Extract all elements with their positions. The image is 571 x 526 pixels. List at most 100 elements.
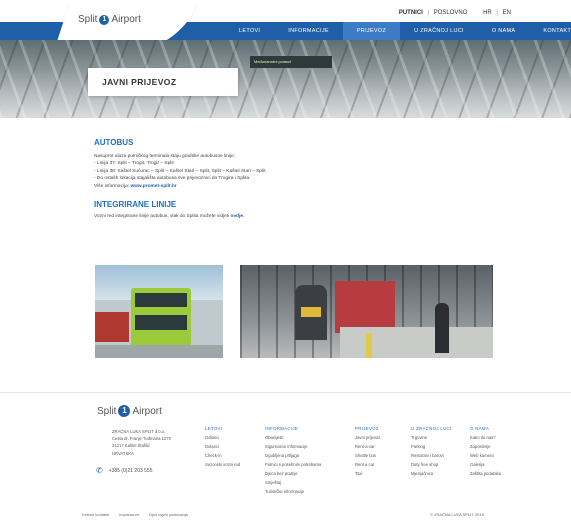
platform-yellow-line: [366, 333, 372, 358]
footer-link[interactable]: Sigurnosne informacije: [265, 442, 321, 451]
footer-link[interactable]: Rent a car: [355, 460, 380, 469]
link-putnici[interactable]: PUTNICI: [399, 10, 423, 16]
more-info: Više informacija: www.promet-split.hr: [94, 183, 494, 190]
footer-link[interactable]: Putnici s posebnim potrebama: [265, 460, 321, 469]
bottom-link[interactable]: Opći uvjeti poslovanja: [149, 512, 188, 517]
address-line: ZRAČNA LUKA SPLIT d.o.o.: [112, 429, 166, 434]
footer-col-letovi: LETOVI Odlasci Dolasci Check-in Sezonski…: [205, 424, 240, 469]
footer-link[interactable]: Zaštita podataka: [470, 469, 501, 478]
footer-link[interactable]: Web kamera: [470, 451, 501, 460]
footer-col-head: PRIJEVOZ: [355, 426, 379, 431]
footer-logo-mark-icon: 1: [118, 405, 131, 417]
bottom-link[interactable]: Korisni kontakti: [82, 512, 109, 517]
section-title-integrirane: INTEGRIRANE LINIJE: [94, 200, 177, 210]
footer-link[interactable]: Restorani i barovi: [411, 451, 452, 460]
red-train: [335, 281, 395, 333]
footer-link[interactable]: Duty free shop: [411, 460, 452, 469]
footer-link[interactable]: Djeca bez pratnje: [265, 469, 321, 478]
footer-link[interactable]: Rent-a-car: [355, 442, 380, 451]
footer-link[interactable]: Javni prijevoz: [355, 433, 380, 442]
more-info-label: Više informacija:: [94, 183, 130, 189]
hero-banner: Međunarodni polasci: [0, 40, 571, 118]
footer-link[interactable]: Check-in: [205, 451, 240, 460]
address-line: 21217 Kaštel Štafilić: [112, 443, 150, 449]
footer-link[interactable]: Dolasci: [205, 442, 240, 451]
footer-link[interactable]: Zaposlenje: [470, 442, 501, 451]
footer-link[interactable]: Izgubljena prtljaga: [265, 451, 321, 460]
page-title-box: JAVNI PRIJEVOZ: [88, 68, 238, 96]
address-line: HRVATSKA: [112, 450, 134, 456]
footer-link[interactable]: Odlasci: [205, 433, 240, 442]
copyright: © ZRAČNA LUKA SPLIT 2016: [430, 512, 484, 517]
footer-link[interactable]: Turističke informacije: [265, 487, 321, 496]
footer-link[interactable]: Kako do nas?: [470, 433, 501, 442]
section-title-autobus: AUTOBUS: [94, 138, 134, 147]
link-poslovno[interactable]: POSLOVNO: [434, 10, 468, 16]
footer-link[interactable]: Obavijesti: [265, 433, 321, 442]
site-logo[interactable]: Split 1 Airport: [78, 14, 141, 25]
nav-zracna-luka[interactable]: U ZRAČNOJ LUCI: [400, 22, 478, 40]
footer-link[interactable]: Smještaj: [265, 478, 321, 487]
address-line: Cesta dr. Franje Tuđmana 1270: [112, 436, 171, 442]
logo-text-2: Airport: [111, 14, 141, 25]
nav-o-nama[interactable]: O NAMA: [478, 22, 530, 40]
footer-phone: ✆ +385 (0)21 203 555: [96, 466, 153, 475]
main-nav: LETOVI INFORMACIJE PRIJEVOZ U ZRAČNOJ LU…: [225, 22, 571, 40]
footer-col-o-nama: O NAMA Kako do nas? Zaposlenje Web kamer…: [470, 424, 501, 478]
separator: |: [427, 10, 430, 16]
footer-address: ZRAČNA LUKA SPLIT d.o.o. Cesta dr. Franj…: [112, 428, 171, 457]
footer-link[interactable]: Mjenjačnica: [411, 469, 452, 478]
main-content: AUTOBUS Nasuprot ulaza putničkog termina…: [94, 138, 494, 220]
nav-letovi[interactable]: LETOVI: [225, 22, 274, 40]
footer-logo-text-2: Airport: [132, 405, 162, 417]
promet-split-link[interactable]: www.promet-split.hr: [130, 184, 176, 189]
top-links: PUTNICI | POSLOVNO HR | EN: [399, 10, 511, 16]
footer-link[interactable]: Shuttle bus: [355, 451, 380, 460]
person: [435, 303, 449, 353]
footer-col-informacije: INFORMACIJE Obavijesti Sigurnosne inform…: [265, 424, 321, 496]
footer-col-head: U ZRAČNOJ LUCI: [411, 426, 452, 431]
bus-window-upper: [135, 293, 187, 307]
hero-image: [0, 40, 571, 118]
separator: |: [496, 10, 498, 16]
lang-en[interactable]: EN: [503, 10, 511, 16]
footer-divider: [0, 392, 571, 393]
phone-icon: ✆: [96, 466, 103, 475]
integrirane-text: Vozni red integrirane linije autobus, vl…: [94, 213, 494, 220]
bus-window-lower: [135, 315, 187, 330]
footer-col-zracna-luka: U ZRAČNOJ LUCI Trgovine Parking Restoran…: [411, 424, 452, 478]
footer-link[interactable]: Sezonski vozni red: [205, 460, 240, 469]
train-front: [295, 285, 327, 340]
footer-link[interactable]: Trgovine: [411, 433, 452, 442]
red-bus: [95, 312, 129, 342]
bus-line-1: - Linija 37: Split – Trogir, Trogir – Sp…: [94, 161, 174, 167]
nav-kontakt[interactable]: KONTAKT: [529, 22, 571, 40]
footer-link[interactable]: Galerija: [470, 460, 501, 469]
footer-col-head: O NAMA: [470, 426, 490, 431]
train-nose: [301, 307, 321, 317]
photo-ground: [95, 345, 223, 358]
bus-photo: [95, 265, 223, 358]
hero-sign: Međunarodni polasci: [250, 56, 332, 68]
lang-hr[interactable]: HR: [483, 10, 492, 16]
bus-line-3: - Do ostalih lokacija stajališta autobus…: [94, 176, 251, 182]
footer-logo-text: Split: [97, 405, 117, 417]
logo-mark-icon: 1: [99, 14, 110, 25]
integrirane-label: Vozni red integrirane linije autobus, vl…: [94, 214, 230, 220]
bottom-link[interactable]: Impressum: [119, 512, 139, 517]
ovdje-link[interactable]: ovdje.: [231, 214, 245, 219]
nav-informacije[interactable]: INFORMACIJE: [274, 22, 343, 40]
bottom-links: Korisni kontakti Impressum Opći uvjeti p…: [82, 512, 188, 517]
footer-logo[interactable]: Split 1 Airport: [97, 405, 162, 417]
phone-number[interactable]: +385 (0)21 203 555: [109, 468, 153, 474]
footer-col-prijevoz: PRIJEVOZ Javni prijevoz Rent-a-car Shutt…: [355, 424, 380, 478]
intro-text: Nasuprot ulaza putničkog terminala staju…: [94, 154, 236, 159]
footer-link[interactable]: Taxi: [355, 469, 380, 478]
nav-prijevoz[interactable]: PRIJEVOZ: [342, 22, 401, 40]
bus-line-2: - Linija 38: Kaštel Sućurac – Split – Ka…: [94, 168, 266, 174]
footer-link[interactable]: Parking: [411, 442, 452, 451]
logo-text: Split: [78, 14, 98, 25]
platform: [340, 327, 493, 358]
page-title: JAVNI PRIJEVOZ: [102, 77, 177, 87]
footer-col-head: LETOVI: [205, 426, 223, 431]
